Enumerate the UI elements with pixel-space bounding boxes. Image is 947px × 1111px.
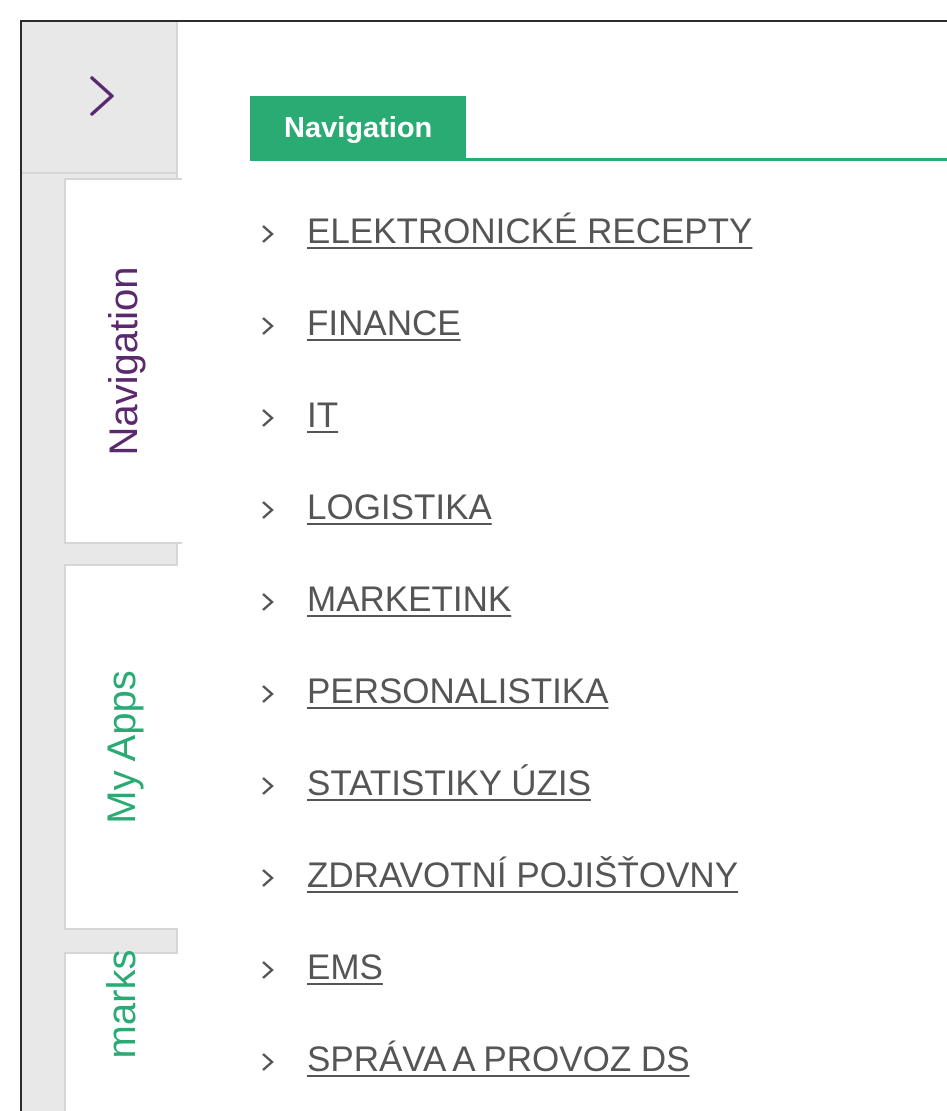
side-tab-rail: Navigation My Apps marks [22,22,182,1111]
chevron-right-icon [262,593,274,611]
tab-navigation-label: Navigation [102,266,146,456]
nav-link-logistika[interactable]: LOGISTIKA [307,478,492,538]
tab-my-apps-label: My Apps [100,670,144,824]
chevron-right-icon [262,1053,274,1071]
chevron-right-icon [262,961,274,979]
tab-navigation[interactable]: Navigation [64,178,182,544]
chevron-right-icon [90,76,114,116]
tab-my-apps[interactable]: My Apps [64,564,178,930]
chevron-right-icon [262,409,274,427]
tab-bookmarks[interactable]: marks [64,949,178,1111]
chevron-right-icon [262,777,274,795]
nav-link-statistiky-uzis[interactable]: STATISTIKY ÚZIS [307,754,591,814]
tab-bookmarks-label: marks [100,949,144,1059]
nav-link-finance[interactable]: FINANCE [307,294,461,354]
collapse-toggle-button[interactable] [22,22,176,174]
chevron-right-icon [262,501,274,519]
nav-link-personalistika[interactable]: PERSONALISTIKA [307,662,608,722]
chevron-right-icon [262,225,274,243]
nav-link-it[interactable]: IT [307,386,338,446]
navigation-panel: Navigation ELEKTRONICKÉ RECEPTY FINANCE … [178,22,947,1111]
app-frame: Navigation My Apps marks Navigation ELEK… [0,0,947,1111]
chevron-right-icon [262,869,274,887]
chevron-right-icon [262,317,274,335]
nav-link-elektronicke-recepty[interactable]: ELEKTRONICKÉ RECEPTY [307,202,752,262]
panel-title-tab: Navigation [250,96,467,160]
panel-title-underline [250,158,947,161]
nav-link-ems[interactable]: EMS [307,938,383,998]
nav-link-zdravotni-pojistovny[interactable]: ZDRAVOTNÍ POJIŠŤOVNY [307,846,738,906]
nav-link-sprava-a-provoz-ds[interactable]: SPRÁVA A PROVOZ DS [307,1030,690,1090]
nav-link-marketink[interactable]: MARKETINK [307,570,511,630]
chevron-right-icon [262,685,274,703]
